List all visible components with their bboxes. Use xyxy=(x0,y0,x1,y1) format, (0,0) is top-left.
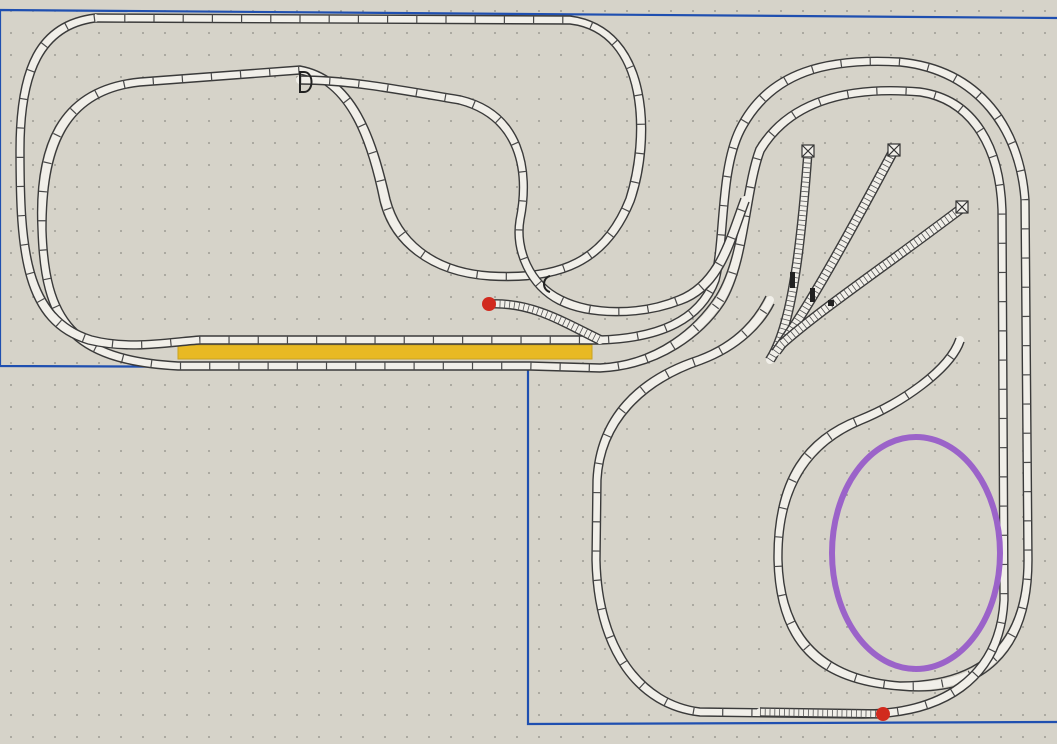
siding-end-buffer-1[interactable] xyxy=(801,144,815,158)
signal-icon[interactable] xyxy=(810,288,815,302)
siding-end-buffer-3[interactable] xyxy=(955,200,969,214)
signal-icon[interactable] xyxy=(790,272,795,288)
signal-icon[interactable] xyxy=(828,300,834,306)
track-plan-canvas[interactable] xyxy=(0,0,1057,744)
siding-end-buffer-2[interactable] xyxy=(887,143,901,157)
track-end-icon[interactable] xyxy=(876,707,890,721)
station-platform[interactable] xyxy=(177,344,593,360)
track-bottom-spur[interactable] xyxy=(756,707,888,719)
track-end-icon[interactable] xyxy=(482,297,496,311)
